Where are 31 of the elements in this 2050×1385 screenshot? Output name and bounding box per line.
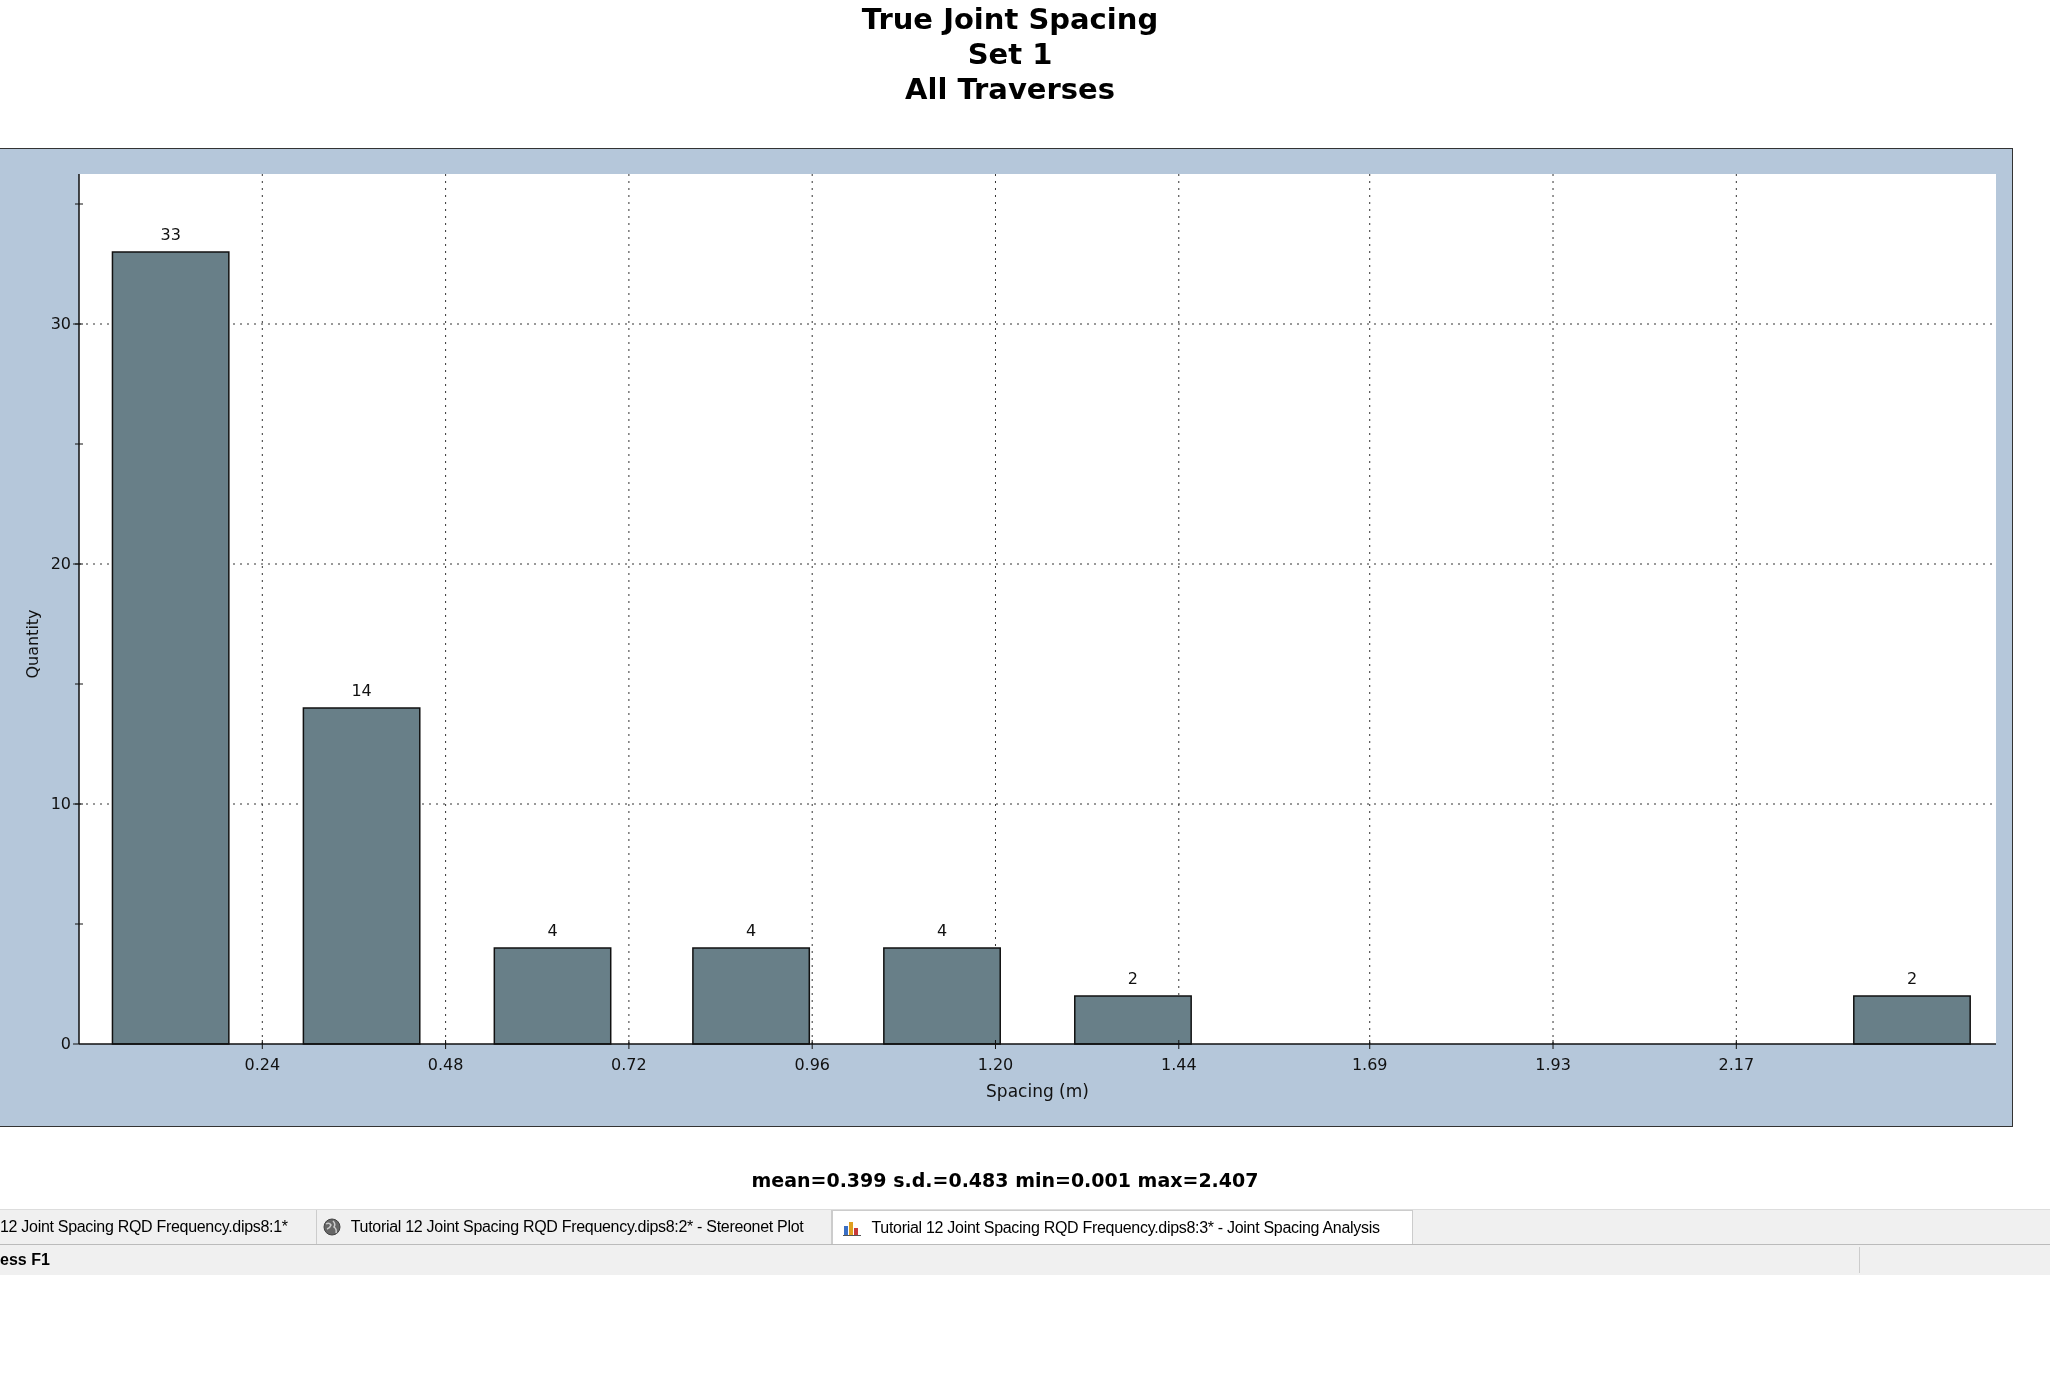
bar-value-label: 2 bbox=[1906, 969, 1918, 988]
bar-chart-icon bbox=[843, 1219, 862, 1236]
x-tick-label: 1.69 bbox=[1351, 1055, 1388, 1074]
x-axis-title: Spacing (m) bbox=[986, 1081, 1089, 1101]
y-tick-label: 10 bbox=[50, 794, 71, 813]
y-tick-label: 0 bbox=[60, 1034, 71, 1053]
x-tick-label: 2.17 bbox=[1718, 1055, 1755, 1074]
bar-value-label: 4 bbox=[746, 921, 757, 940]
bar-value-label: 14 bbox=[351, 681, 372, 700]
statistics-summary: mean=0.399 s.d.=0.483 min=0.001 max=2.407 bbox=[750, 1169, 1260, 1193]
document-tab[interactable]: Tutorial 12 Joint Spacing RQD Frequency.dips8:3* - Joint Spacing Analysis bbox=[832, 1210, 1413, 1244]
x-tick-label: 1.20 bbox=[977, 1055, 1014, 1074]
x-tick-label: 1.44 bbox=[1161, 1055, 1197, 1074]
y-axis-title: Quantity bbox=[23, 609, 42, 679]
x-tick-label: 0.96 bbox=[794, 1055, 830, 1074]
x-tick-label: 0.24 bbox=[244, 1055, 281, 1074]
bar-value-label: 33 bbox=[160, 225, 181, 244]
y-tick-label: 20 bbox=[50, 554, 71, 573]
document-tab[interactable]: 12 Joint Spacing RQD Frequency.dips8:1* bbox=[0, 1210, 317, 1244]
x-tick-label: 0.72 bbox=[611, 1055, 647, 1074]
chart-title: All Traverses bbox=[905, 72, 1115, 107]
bar-value-label: 2 bbox=[1127, 969, 1139, 988]
x-tick-label: 1.93 bbox=[1535, 1055, 1571, 1074]
bar-value-label: 4 bbox=[547, 921, 558, 940]
y-tick-label: 30 bbox=[50, 314, 71, 333]
bar-value-label: 4 bbox=[936, 921, 948, 940]
chart-title: True Joint Spacing bbox=[861, 2, 1159, 37]
x-tick-label: 0.48 bbox=[427, 1055, 464, 1074]
chart-title: Set 1 bbox=[967, 37, 1053, 72]
globe-icon bbox=[322, 1218, 341, 1236]
status-text: ess F1 bbox=[0, 1251, 50, 1269]
